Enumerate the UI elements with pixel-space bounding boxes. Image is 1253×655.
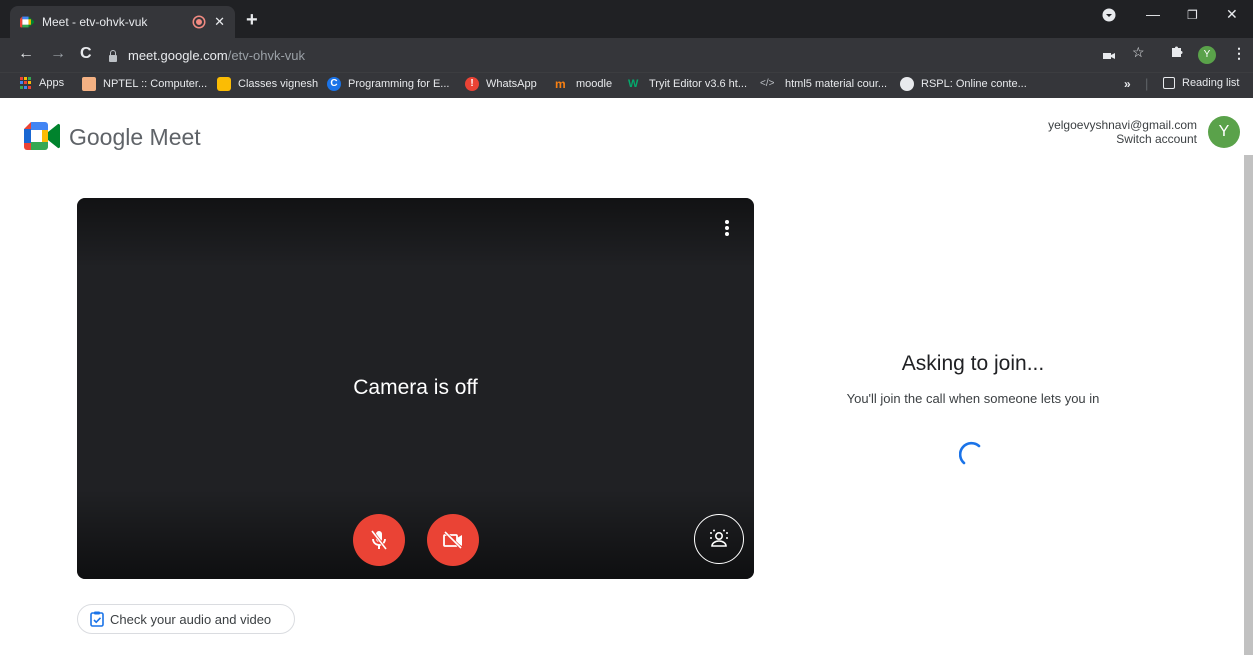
bookmark-label: Apps: [39, 77, 65, 89]
bookmark-label: Tryit Editor v3.6 ht...: [649, 78, 748, 90]
bookmark-html5[interactable]: </> html5 material cour...: [760, 77, 887, 91]
reading-list-button[interactable]: Reading list: [1163, 77, 1239, 89]
clipboard-check-icon: [90, 611, 104, 627]
bookmark-whatsapp[interactable]: ! WhatsApp: [465, 77, 537, 91]
switch-account-link[interactable]: Switch account: [1116, 132, 1197, 146]
bookmark-programming[interactable]: C Programming for E...: [327, 77, 449, 91]
code-icon: </>: [760, 78, 775, 89]
account-avatar[interactable]: Y: [1208, 116, 1240, 148]
app-title: Google Meet: [69, 124, 201, 150]
bookmark-nptel[interactable]: NPTEL :: Computer...: [82, 77, 207, 91]
browser-toolbar: ← → C meet.google.com /etv-ohvk-vuk ☆ Y …: [0, 38, 1253, 72]
globe-icon: [900, 77, 914, 91]
check-av-label: Check your audio and video: [110, 611, 272, 627]
bookmarks-divider: |: [1145, 76, 1149, 91]
bookmark-moodle[interactable]: m moodle: [555, 77, 612, 91]
profile-menu-icon[interactable]: [1102, 8, 1116, 25]
camera-off-icon: [443, 530, 463, 550]
bookmark-label: WhatsApp: [486, 78, 537, 90]
camera-off-label: Camera is off: [353, 376, 478, 399]
apps-grid-icon: [20, 77, 32, 89]
mic-off-icon: [370, 530, 388, 550]
camera-in-use-icon[interactable]: [1103, 48, 1115, 64]
google-meet-logo-icon: [24, 122, 61, 150]
bookmarks-bar: Apps NPTEL :: Computer... Classes vignes…: [0, 72, 1253, 98]
visual-effects-button[interactable]: [694, 514, 744, 564]
loading-spinner-icon: [958, 441, 985, 467]
meet-favicon-icon: [20, 16, 34, 28]
moodle-icon: m: [555, 77, 566, 91]
join-status-description: You'll join the call when someone lets y…: [846, 391, 1100, 406]
bookmark-rspl[interactable]: RSPL: Online conte...: [900, 77, 1027, 91]
browser-tab-strip: Meet - etv-ohvk-vuk ✕ + — ❐ ✕: [0, 0, 1253, 38]
profile-avatar[interactable]: Y: [1198, 46, 1216, 64]
bookmark-label: moodle: [576, 78, 613, 90]
whatsapp-icon: !: [465, 77, 479, 91]
video-preview: Camera is off: [77, 198, 754, 579]
bookmark-label: RSPL: Online conte...: [921, 78, 1027, 90]
extensions-puzzle-icon[interactable]: [1170, 44, 1184, 61]
microphone-toggle-button[interactable]: [353, 514, 405, 566]
bookmark-label: NPTEL :: Computer...: [103, 78, 208, 90]
bookmark-star-icon[interactable]: ☆: [1132, 44, 1145, 61]
bookmark-classes[interactable]: Classes vignesh: [217, 77, 318, 91]
tab-close-icon[interactable]: ✕: [214, 14, 225, 30]
nptel-icon: [82, 77, 96, 91]
restore-button[interactable]: ❐: [1187, 8, 1198, 22]
tab-title: Meet - etv-ohvk-vuk: [42, 15, 148, 29]
bookmarks-overflow-button[interactable]: »: [1124, 77, 1131, 91]
reload-icon[interactable]: C: [80, 45, 92, 63]
back-arrow-icon[interactable]: ←: [18, 45, 34, 63]
check-audio-video-button[interactable]: Check your audio and video: [77, 604, 295, 634]
visual-effects-icon: [710, 529, 728, 547]
bookmark-apps[interactable]: Apps: [20, 77, 64, 89]
chrome-menu-icon[interactable]: ⋮: [1232, 45, 1246, 62]
join-status-title: Asking to join...: [901, 352, 1045, 375]
reading-list-icon: [1163, 77, 1175, 89]
window-close-button[interactable]: ✕: [1226, 6, 1238, 23]
bookmark-label: Classes vignesh: [238, 78, 319, 90]
address-bar[interactable]: meet.google.com /etv-ohvk-vuk: [108, 42, 1128, 69]
bookmark-label: Programming for E...: [348, 78, 450, 90]
new-tab-button[interactable]: +: [246, 9, 258, 32]
url-path: /etv-ohvk-vuk: [227, 48, 306, 63]
account-email: yelgoevyshnavi@gmail.com: [1048, 118, 1197, 132]
browser-tab-meet[interactable]: Meet - etv-ohvk-vuk ✕: [10, 6, 235, 38]
page-scrollbar[interactable]: [1244, 155, 1253, 655]
camera-toggle-button[interactable]: [427, 514, 479, 566]
lock-icon: [108, 49, 118, 62]
forward-arrow-icon[interactable]: →: [50, 45, 66, 63]
minimize-button[interactable]: —: [1146, 6, 1160, 22]
classroom-icon: [217, 77, 231, 91]
bookmark-tryit[interactable]: W Tryit Editor v3.6 ht...: [628, 77, 747, 91]
bookmark-label: html5 material cour...: [785, 78, 888, 90]
coursera-icon: C: [327, 77, 341, 91]
more-vert-icon[interactable]: [717, 218, 737, 240]
recording-dot-icon: [194, 17, 205, 27]
w3schools-icon: W: [628, 78, 639, 90]
reading-list-label: Reading list: [1182, 77, 1240, 89]
url-host: meet.google.com: [128, 48, 228, 63]
